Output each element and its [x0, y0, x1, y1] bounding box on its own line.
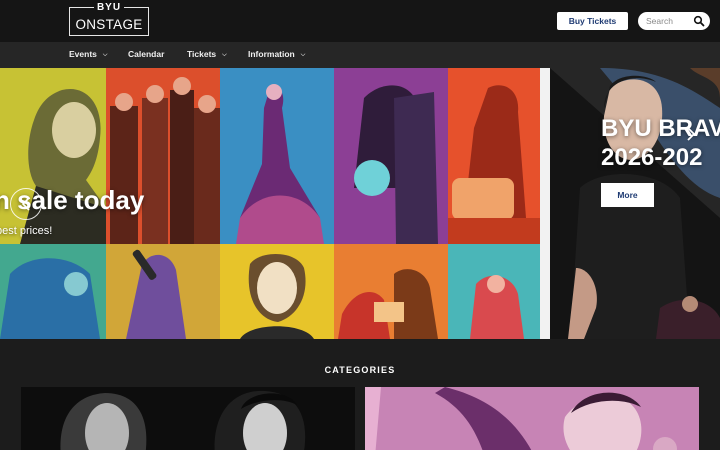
categories-section: CATEGORIES	[0, 339, 720, 450]
category-image	[365, 387, 699, 450]
hero-tile-image	[106, 244, 220, 339]
logo-top-text: BYU	[93, 2, 125, 13]
nav-item-label: Information	[248, 49, 295, 59]
buy-tickets-button[interactable]: Buy Tickets	[557, 12, 628, 30]
hero-tile-image	[220, 244, 334, 339]
search-box[interactable]	[638, 12, 710, 30]
chevron-down-icon: ⌵	[222, 52, 227, 58]
hero-tile-image	[220, 68, 334, 244]
hero-tile-image	[334, 68, 448, 244]
nav-item-information[interactable]: Information ⌵	[248, 42, 305, 68]
hero-tile-image	[448, 68, 540, 244]
category-card[interactable]	[365, 387, 699, 450]
category-card[interactable]	[21, 387, 355, 450]
chevron-right-icon[interactable]	[683, 126, 699, 142]
hero-slide-title-line: 2026-202	[601, 144, 703, 171]
slide-divider	[540, 68, 550, 339]
category-image	[21, 387, 355, 450]
logo-bottom-text: ONSTAGE	[75, 17, 143, 32]
categories-heading: CATEGORIES	[324, 365, 396, 375]
nav-item-label: Events	[69, 49, 97, 59]
hero-tile-image	[0, 68, 106, 244]
byu-onstage-logo[interactable]: BYU ONSTAGE	[69, 2, 149, 36]
carousel-prev-button[interactable]	[10, 188, 42, 220]
nav-item-label: Tickets	[187, 49, 217, 59]
hero-slide-title: BYU BRAV 2026-202	[601, 114, 720, 172]
nav-item-tickets[interactable]: Tickets ⌵	[187, 42, 227, 68]
more-button[interactable]: More	[601, 183, 654, 207]
nav-item-label: Calendar	[128, 49, 165, 59]
hero-tile-image	[0, 244, 106, 339]
search-icon[interactable]	[693, 15, 705, 27]
hero-tile-image	[448, 244, 540, 339]
chevron-down-icon: ⌵	[300, 52, 306, 58]
chevron-down-icon: ⌵	[102, 52, 108, 58]
main-nav: Events ⌵ Calendar Tickets ⌵ Information ⌵	[0, 42, 720, 68]
chevron-left-icon	[21, 197, 30, 211]
hero-slide-title-line: BYU BRAV	[601, 115, 720, 142]
hero-tile-image	[334, 244, 448, 339]
top-header: BYU ONSTAGE Buy Tickets	[0, 0, 720, 42]
hero-subtitle: best prices!	[0, 225, 53, 237]
nav-item-calendar[interactable]: Calendar	[128, 42, 164, 68]
search-input[interactable]	[646, 15, 692, 27]
nav-item-events[interactable]: Events ⌵	[69, 42, 107, 68]
hero-tile-image	[106, 68, 220, 244]
